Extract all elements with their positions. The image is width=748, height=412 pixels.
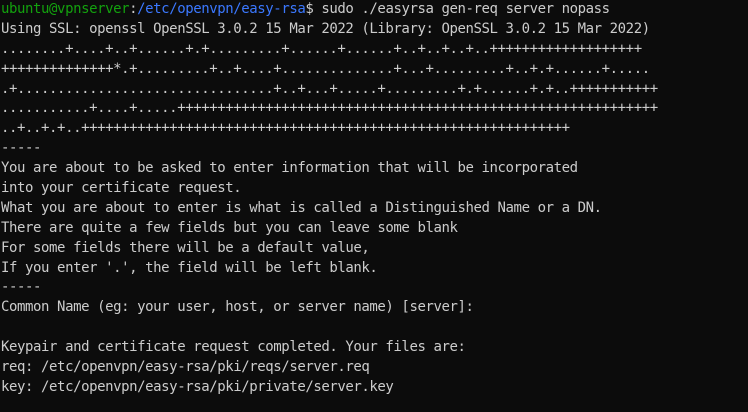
output-line: ..+..+.+..++++++++++++++++++++++++++++++…: [1, 120, 570, 137]
prompt-line: ubuntu@vpnserver:/etc/openvpn/easy-rsa$ …: [1, 0, 748, 20]
output-line: -----: [1, 140, 42, 157]
output-line: ...........+....+.....++++++++++++++++++…: [1, 100, 658, 117]
output-line: ........+....+..+......+.+.........+....…: [1, 40, 642, 57]
prompt-path: /etc/openvpn/easy-rsa: [137, 1, 306, 17]
output-line: -----: [1, 279, 42, 296]
output-line: ++++++++++++++*.+.........+..+....+.....…: [1, 60, 650, 77]
output-line: For some fields there will be a default …: [1, 239, 370, 256]
output-line: key: /etc/openvpn/easy-rsa/pki/private/s…: [1, 378, 394, 395]
output-line: What you are about to enter is what is c…: [1, 199, 602, 216]
output-line: If you enter '.', the field will be left…: [1, 259, 378, 276]
output-line: Common Name (eg: your user, host, or ser…: [1, 299, 474, 316]
prompt-separator: :: [129, 1, 138, 17]
output-line: There are quite a few fields but you can…: [1, 219, 458, 236]
command-text: sudo ./easyrsa gen-req server nopass: [313, 1, 610, 17]
terminal-window[interactable]: ubuntu@vpnserver:/etc/openvpn/easy-rsa$ …: [0, 0, 748, 412]
output-line: You are about to be asked to enter infor…: [1, 160, 578, 177]
output-line: Using SSL: openssl OpenSSL 3.0.2 15 Mar …: [1, 20, 650, 37]
output-line: .+................................+..+..…: [1, 80, 658, 97]
output-line: req: /etc/openvpn/easy-rsa/pki/reqs/serv…: [1, 359, 370, 376]
output-line: Keypair and certificate request complete…: [1, 339, 466, 356]
prompt-user-host: ubuntu@vpnserver: [1, 1, 130, 17]
output-block: Using SSL: openssl OpenSSL 3.0.2 15 Mar …: [1, 20, 748, 398]
output-line: into your certificate request.: [1, 180, 242, 197]
